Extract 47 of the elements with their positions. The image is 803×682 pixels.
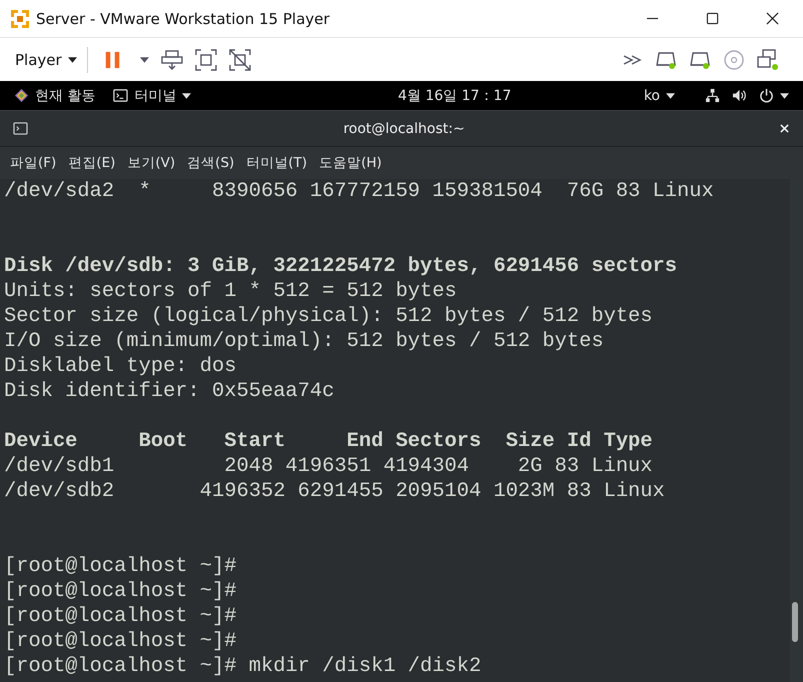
caret-icon (666, 92, 675, 98)
player-menu[interactable]: Player (15, 50, 77, 68)
network-icon[interactable] (705, 88, 720, 103)
activities-icon (14, 88, 29, 103)
menu-item[interactable]: 도움말(H) (313, 154, 388, 172)
power-icon[interactable] (759, 88, 774, 103)
terminal-line: Disk /dev/sdb: 3 GiB, 3221225472 bytes, 6291456 sectors (4, 254, 678, 279)
terminal-line: Disklabel type: dos (4, 354, 238, 379)
scrollbar-thumb[interactable] (792, 602, 798, 642)
menu-item[interactable]: 검색(S) (181, 154, 240, 172)
terminal-line: Device Boot Start End Sectors Size Id Type (4, 429, 654, 454)
app-logo-icon (10, 8, 30, 28)
caret-icon (182, 92, 192, 98)
menu-item[interactable]: 편집(E) (62, 154, 122, 172)
send-keys-icon[interactable] (160, 48, 183, 70)
terminal-line: Sector size (logical/physical): 512 bytes / 512 bytes (4, 304, 654, 329)
terminal-line: [root@localhost ~]# (4, 579, 238, 604)
caret-icon (68, 56, 77, 62)
menu-item[interactable]: 보기(V) (121, 154, 182, 172)
terminal-line: I/O size (minimum/optimal): 512 bytes / 512 bytes (4, 329, 605, 354)
terminal-line: Disk identifier: 0x55eaa74c (4, 379, 336, 404)
terminal-line: /dev/sdb2 4196352 6291455 2095104 1023M 83 Linux (4, 479, 666, 504)
window-title: Server - VMware Workstation 15 Player (36, 10, 330, 28)
caret-icon[interactable] (780, 92, 789, 98)
terminal-line: /dev/sdb1 2048 4196351 4194304 2G 83 Linux (4, 454, 654, 479)
close-icon[interactable] (766, 12, 779, 25)
volume-icon[interactable] (732, 88, 747, 103)
terminal-line: [root@localhost ~]# mkdir /disk1 /disk2 (4, 654, 482, 679)
app-menu[interactable]: 터미널 (128, 86, 176, 104)
chevron-icon[interactable] (623, 54, 643, 66)
clock[interactable]: 4월 16일 17：17 (398, 86, 512, 104)
terminal-line: [root@localhost ~]# (4, 554, 238, 579)
menu-item[interactable]: 터미널(T) (240, 154, 314, 172)
input-method-menu[interactable]: ko (638, 88, 660, 104)
terminal-icon (113, 88, 128, 103)
network-adapter-icon[interactable] (757, 48, 779, 70)
menu-item[interactable]: 파일(F) (4, 154, 62, 172)
maximize-icon[interactable] (706, 12, 719, 25)
terminal-icon (13, 122, 28, 135)
terminal-line: Units: sectors of 1 * 512 = 512 bytes (4, 279, 458, 304)
terminal-line: [root@localhost ~]# (4, 629, 238, 654)
caret-icon[interactable] (140, 56, 149, 62)
terminal-title: root@localhost:~ (342, 120, 466, 136)
terminal-line: [root@localhost ~]# (4, 604, 238, 629)
activities-button[interactable]: 현재 활동 (29, 86, 96, 104)
fullscreen-icon[interactable] (194, 48, 217, 70)
terminal-line: /dev/sda2 * 8390656 167772159 159381504 76G 83 Linux (4, 179, 715, 204)
